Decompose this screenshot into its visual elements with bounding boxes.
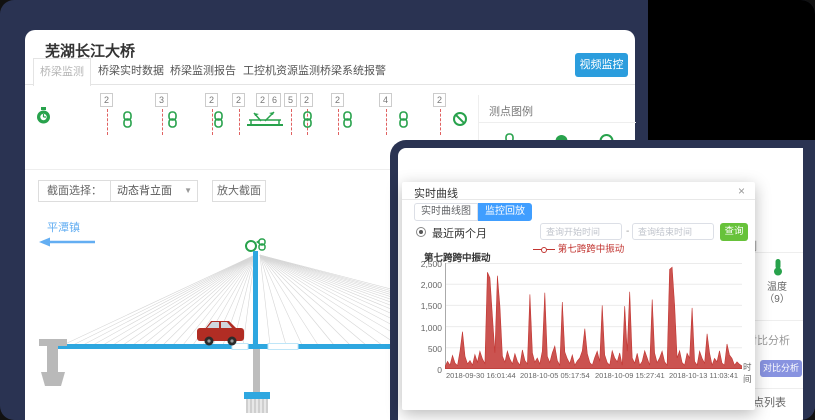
legend-marker-icon [533,247,555,252]
no-entry-icon[interactable] [452,111,468,132]
tab-bar: 桥梁监测 桥梁实时数据 桥梁监测报告 工控机资源监测 桥梁系统报警 [25,58,635,85]
recent-two-months-radio[interactable] [416,227,426,237]
tab-realtime-curve[interactable]: 实时曲线图 [414,203,478,221]
tab-bridge-realtime-data[interactable]: 桥梁实时数据 [98,58,164,85]
clock-icon[interactable] [35,107,52,131]
chain-link-icon [259,239,265,250]
sensor-count-badge: 2 [205,93,218,107]
gantry-crane-icon[interactable] [246,109,284,134]
deck-joint [268,344,298,350]
chain-link-icon[interactable] [213,111,224,133]
tab-monitor-playback[interactable]: 监控回放 [478,203,532,221]
tab-ipc-resource-monitor[interactable]: 工控机资源监测 [243,58,320,85]
tower-pier [253,349,260,392]
radio-label: 最近两个月 [432,225,487,241]
query-start-input[interactable] [540,223,622,240]
sensor-drop-line [107,109,108,135]
zoom-section-button[interactable]: 放大截面 [212,180,266,202]
modal-tab-bar: 实时曲线图 监控回放 [414,203,532,221]
sensor-count-badge: 2 [232,93,245,107]
temperature-count: （9） [762,290,792,305]
query-end-input[interactable] [632,223,714,240]
chain-link-icon[interactable] [122,111,133,133]
sensor-drop-line [291,109,292,135]
sensor-count-badge: 2 [300,93,313,107]
sensor-drop-line [162,109,163,135]
search-button[interactable]: 查询 [720,223,748,241]
x-axis-tick: 2018-10-05 05:17:54 [520,371,596,380]
chain-link-icon[interactable] [342,111,353,133]
tab-bridge-report[interactable]: 桥梁监测报告 [170,58,236,85]
sensor-count-badge: 6 [268,93,281,107]
sensor-count-badge: 2 [100,93,113,107]
y-axis-tick: 2,000 [408,280,442,290]
x-axis-label: 时间 [743,361,755,385]
pier-foundation [246,399,268,413]
y-axis-tick: 0 [408,365,442,375]
y-axis-tick: 500 [408,344,442,354]
vibration-series [445,267,742,369]
sensor-count-badge: 3 [155,93,168,107]
modal-header: 实时曲线 × [402,182,755,200]
section-select-value: 动态背立面 [117,185,172,197]
sensor-count-badge: 2 [433,93,446,107]
sensor-drop-line [440,109,441,135]
chain-link-icon[interactable] [398,111,409,133]
range-separator: - [626,226,629,237]
chevron-down-icon: ▼ [184,181,192,201]
car [197,321,244,346]
sensor-count-badge: 2 [331,93,344,107]
black-background-region [648,0,815,142]
divider [479,122,636,123]
sensor-drop-line [386,109,387,135]
bridge-tower [253,251,258,346]
y-axis-tick: 1,000 [408,323,442,333]
sensor-count-badge: 5 [284,93,297,107]
tab-bridge-monitor[interactable]: 桥梁监测 [33,58,91,86]
sensor-drop-line [239,109,240,135]
pier-cap [244,392,270,399]
chain-link-icon[interactable] [167,111,178,133]
close-icon[interactable]: × [738,184,745,198]
rotate-icon [246,240,259,251]
section-select-group: 截面选择： 动态背立面 ▼ [38,180,198,202]
legend-panel-title: 测点图例 [489,103,533,119]
left-bank-label: 平潭镇 [47,220,80,234]
screen: 芜湖长江大桥 桥梁监测 桥梁实时数据 桥梁监测报告 工控机资源监测 桥梁系统报警… [0,0,815,420]
chain-link-icon[interactable] [302,111,313,133]
sensor-count-badge: 4 [379,93,392,107]
x-axis-tick: 2018-10-09 15:27:41 [595,371,671,380]
left-direction-arrow-icon [39,238,95,247]
realtime-curve-modal: 实时曲线 × 实时曲线图 监控回放 最近两个月 - 查询 第七跨跨中振动 第七跨… [402,182,755,410]
tab-bridge-system-alarm[interactable]: 桥梁系统报警 [320,58,386,85]
y-axis-tick: 1,500 [408,301,442,311]
video-monitor-button[interactable]: 视频监控 [575,53,628,77]
compare-analysis-button[interactable]: 对比分析 [760,360,802,377]
y-axis-tick: 2,500 [408,259,442,269]
chart-plot [445,263,742,369]
section-select-label: 截面选择： [39,181,111,201]
x-axis-tick: 2018-10-13 11:03:41 [669,371,745,380]
sensor-drop-line [338,109,339,135]
section-bar: 截面选择： 动态背立面 ▼ 放大截面 [38,180,266,202]
x-axis-tick: 2018-09-30 16:01:44 [446,371,522,380]
modal-title: 实时曲线 [414,185,458,201]
section-select-dropdown[interactable]: 动态背立面 ▼ [111,181,197,201]
